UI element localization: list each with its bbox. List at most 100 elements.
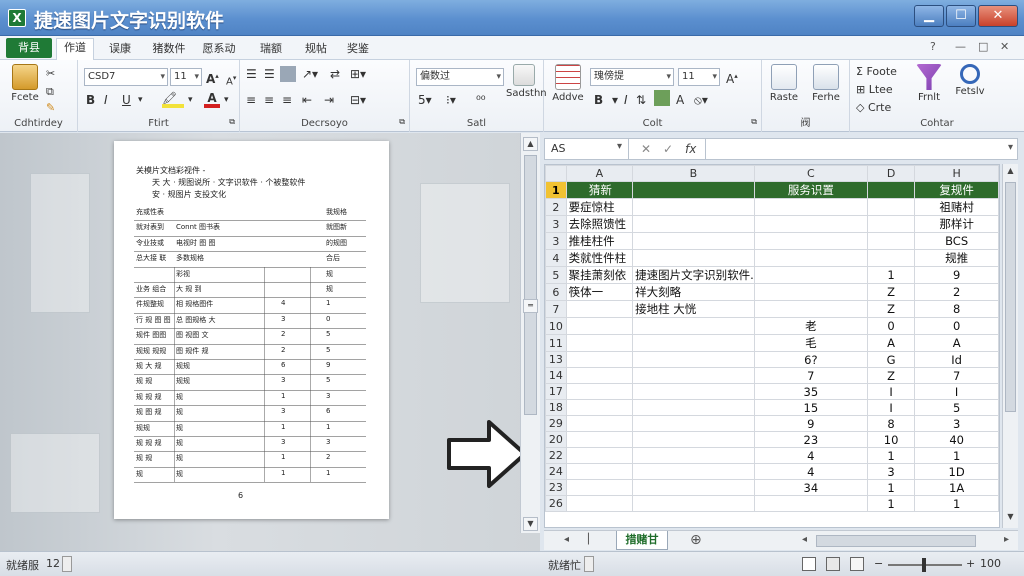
cell-b[interactable] [632,198,755,216]
cell-d[interactable] [866,198,916,216]
style-sort-icon[interactable]: ⇅ [636,92,646,108]
merge-icon[interactable]: ⊞▾ [350,66,366,82]
cell-b[interactable] [632,415,755,432]
orientation-icon[interactable]: ↗▾ [302,66,318,82]
decimal-icon[interactable]: ⁰⁰ [476,92,486,108]
status-macro-icon[interactable] [62,556,72,572]
ribbon-close-icon[interactable]: ✕ [1000,40,1009,53]
format-painter-icon[interactable]: ✎ [46,100,55,116]
font-color-icon[interactable]: A [204,90,220,108]
sheet-prev-icon[interactable]: ◂ [564,534,569,545]
cell-c[interactable]: 34 [753,479,868,496]
scroll-thumb[interactable] [524,155,537,415]
italic-button[interactable]: I [104,92,108,108]
cell-a[interactable] [565,415,634,432]
cell-b[interactable] [632,431,755,448]
fill-button[interactable]: ⊞ Ltee [856,82,893,98]
cell-c[interactable]: 9 [753,415,868,432]
cell-c[interactable] [753,300,868,318]
cell-a[interactable]: 聚挂萧刻依 [565,266,634,284]
zoom-slider-thumb[interactable] [922,558,926,572]
cell-a[interactable]: 筷体一 [565,283,634,301]
cell-d[interactable]: A [866,334,916,352]
cell-h[interactable]: 1A [914,479,999,496]
cell-c[interactable]: 7 [753,367,868,384]
scroll-thumb[interactable] [1005,182,1016,412]
cell-h[interactable]: 8 [914,300,999,318]
align-right-icon[interactable]: ≡ [282,92,292,108]
cell-b[interactable] [632,479,755,496]
cell-c[interactable]: 4 [753,463,868,480]
paste-special-button[interactable]: Raste [764,64,804,103]
cell-h[interactable]: I [914,383,999,400]
normal-view-icon[interactable] [802,557,816,571]
cell-d[interactable] [866,232,916,250]
cell-d[interactable]: 0 [866,317,916,335]
hscroll-thumb[interactable] [816,535,976,547]
row-header[interactable]: 4 [545,249,567,267]
cell-a[interactable]: 推桂柱件 [565,232,634,250]
style-size-combo[interactable]: 11 [678,68,720,86]
cell-d[interactable]: Z [866,283,916,301]
paste-button[interactable]: Fcete [8,64,42,103]
scroll-handle-icon[interactable]: ═ [523,299,538,313]
row-header[interactable]: 14 [545,367,567,384]
cell-b[interactable]: 祥大刻略 [632,283,755,301]
cell-b[interactable] [632,447,755,464]
row-header[interactable]: 1 [545,181,567,199]
font-size-combo[interactable]: 11 [170,68,202,86]
row-header[interactable]: 20 [545,431,567,448]
cell-a[interactable] [565,495,634,512]
font-dialog-launcher-icon[interactable]: ⧉ [229,114,235,130]
row-header[interactable]: 29 [545,415,567,432]
alignment-dialog-launcher-icon[interactable]: ⧉ [399,114,405,130]
cell-b[interactable] [632,317,755,335]
cell-h[interactable]: 那样计 [914,215,999,233]
font-name-combo[interactable]: CSD7 [84,68,168,86]
increase-indent-icon[interactable]: ⇥ [324,92,334,108]
tab-page-layout[interactable]: 猪数件 [146,40,192,60]
cell-c[interactable] [753,198,868,216]
cell-c[interactable]: 4 [753,447,868,464]
cell-c[interactable] [753,283,868,301]
help-icon[interactable]: ? [930,40,936,53]
cell-d[interactable]: Z [866,367,916,384]
tab-insert[interactable]: 误康 [100,40,140,60]
style-fill-icon[interactable] [654,90,670,106]
sort-filter-button[interactable]: Frnlt [912,64,946,103]
find-select-button[interactable]: Fetslv [950,64,990,97]
cell-a[interactable]: 要症惊柱 [565,198,634,216]
cell-a[interactable] [565,447,634,464]
cell-d[interactable]: 1 [866,495,916,512]
cell-d[interactable]: 8 [866,415,916,432]
cell-b[interactable] [632,463,755,480]
row-header[interactable]: 23 [545,479,567,496]
row-header[interactable]: 3 [545,215,567,233]
row-header[interactable]: 7 [545,300,567,318]
cell-h[interactable]: 1 [914,495,999,512]
percent-icon[interactable]: 5▾ [418,92,432,108]
cell-h[interactable]: 祖赌村 [914,198,999,216]
style-grow-icon[interactable]: A▴ [726,68,738,87]
autosum-button[interactable]: Σ Foote [856,64,897,80]
style-text-icon[interactable]: A [676,92,684,108]
cell-a[interactable] [565,300,634,318]
cell-a[interactable] [565,479,634,496]
scroll-up-icon[interactable]: ▲ [1004,166,1017,178]
select-all-corner[interactable] [545,165,567,182]
cell-b[interactable] [632,249,755,267]
decrease-indent-icon[interactable]: ⇤ [302,92,312,108]
cell-h[interactable]: 规推 [914,249,999,267]
cell-d[interactable] [866,215,916,233]
sheet-tab[interactable]: 措赌甘 [616,531,668,550]
scroll-up-icon[interactable]: ▲ [523,137,538,151]
highlight-icon[interactable]: 🖍 [162,90,184,108]
number-format-combo[interactable]: 偏数过 [416,68,504,86]
function-icon[interactable]: fx [685,142,696,156]
hscroll-right-icon[interactable]: ▸ [1004,534,1009,545]
align-middle-icon[interactable]: ☰ [264,66,275,82]
cell-a[interactable]: 类就性件柱 [565,249,634,267]
row-header[interactable]: 17 [545,383,567,400]
shrink-font-icon[interactable]: A▾ [226,70,236,90]
cell-c[interactable] [753,495,868,512]
